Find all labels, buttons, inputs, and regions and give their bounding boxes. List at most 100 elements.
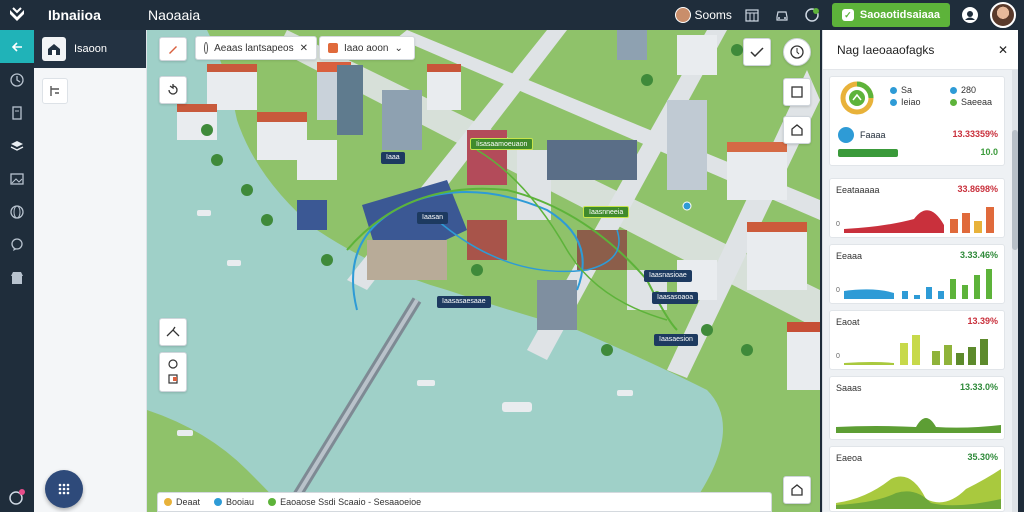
map-label[interactable]: Iaasan — [417, 212, 449, 224]
scrollbar-thumb[interactable] — [1012, 130, 1018, 250]
rail-store-icon[interactable] — [0, 261, 34, 294]
basemap-button[interactable] — [783, 116, 811, 144]
sync-status-icon[interactable] — [802, 5, 822, 25]
metric-sub-value: 10.0 — [980, 147, 998, 157]
metric-value: 13.33359% — [952, 129, 998, 139]
rail-settings-icon[interactable] — [8, 488, 26, 506]
secondary-panel: Isaoon — [34, 30, 147, 512]
fullscreen-button[interactable] — [783, 78, 811, 106]
close-icon[interactable]: ✕ — [998, 43, 1008, 57]
chart-title: Saaas — [836, 383, 862, 393]
chart-axis-zero: 0 — [836, 287, 840, 294]
metric-icon — [838, 127, 854, 143]
chart-axis-zero: 0 — [836, 353, 840, 360]
compass-button[interactable] — [783, 38, 811, 66]
close-icon[interactable]: ✕ — [300, 43, 308, 54]
user-name: Sooms — [694, 8, 732, 22]
grid-menu-button[interactable] — [45, 470, 83, 508]
search-chip-area-text: Aeaas lantsapeos — [214, 42, 294, 54]
sparkline-chart — [836, 418, 1001, 433]
account-menu-icon[interactable] — [960, 5, 980, 25]
chart-card[interactable]: Eaeoa 35.30% — [829, 446, 1005, 512]
map-label[interactable]: Iaasasoaoa — [652, 292, 699, 304]
chart-card[interactable]: Saaas 13.33.0% — [829, 376, 1005, 440]
rail-image-icon[interactable] — [0, 162, 34, 195]
chart-title: Eeaaa — [836, 251, 863, 261]
stat-value: Sa — [901, 85, 913, 95]
export-button[interactable] — [783, 476, 811, 504]
legend-swatch — [164, 498, 172, 506]
legend-item[interactable]: Deaat — [164, 497, 200, 507]
rail-clock-icon[interactable] — [0, 63, 34, 96]
user-mini-avatar — [674, 7, 691, 23]
top-bar: Ibnaiioa Naoaaia Sooms ✓ Saoaotidsaiaaa — [0, 0, 1024, 30]
chart-title: Eaeoa — [836, 453, 863, 463]
project-title[interactable]: Naoaaia — [148, 7, 200, 23]
metric-progress-bar — [838, 149, 898, 157]
map-label[interactable]: Iaasnasioae — [644, 270, 692, 282]
sparkline-chart — [836, 469, 1001, 509]
place-marker-icon — [328, 43, 338, 53]
map-label[interactable]: Iaasaesion — [654, 334, 698, 346]
draw-tool-button[interactable] — [159, 37, 187, 61]
secondary-panel-title: Isaoon — [74, 43, 108, 55]
analytics-panel-title: Nag Iaeoaaofagks — [837, 42, 935, 57]
user-avatar[interactable] — [990, 2, 1016, 28]
summary-stats-left: Sa Ieiao — [890, 85, 921, 107]
map-label[interactable]: Iaasnneeia — [583, 206, 630, 218]
secondary-panel-header[interactable]: Isaoon — [34, 30, 146, 68]
legend-label: Eaoaose Ssdi Scaaio - Sesaaoeioe — [280, 497, 422, 507]
map-label[interactable]: Iaaa — [381, 152, 405, 164]
search-chip-area[interactable]: Aeaas lantsapeos ✕ — [195, 36, 317, 60]
app-title: Ibnaiioa — [48, 7, 101, 23]
chart-value: 35.30% — [967, 452, 998, 462]
search-chip-place[interactable]: Iaao aoon ⌄ — [319, 36, 415, 60]
chart-title: Eaoat — [836, 317, 860, 327]
chevron-down-icon[interactable]: ⌄ — [395, 43, 403, 54]
stat-sub: Saeeaa — [961, 97, 993, 107]
left-rail — [0, 30, 34, 512]
legend-label: Booiau — [226, 497, 255, 507]
rail-layers-icon[interactable] — [0, 129, 34, 162]
summary-stats-right: 280 Saeeaa — [950, 85, 992, 107]
rail-chat-icon[interactable] — [0, 228, 34, 261]
chart-card[interactable]: Eeaaa 3.33.46% 0 — [829, 244, 1005, 304]
rail-document-icon[interactable] — [0, 96, 34, 129]
legend-swatch — [268, 498, 277, 506]
rail-back-icon[interactable] — [0, 30, 34, 63]
chart-value: 33.8698% — [957, 184, 998, 194]
summary-card: Sa Ieiao 280 Saeeaa Faaaa 13.33359% 10.0 — [829, 76, 1005, 166]
map-label[interactable]: Iaasasaesaae — [437, 296, 491, 308]
legend-swatch — [214, 498, 223, 506]
stat-value: 280 — [961, 85, 977, 95]
filter-tool-button[interactable] — [42, 78, 68, 104]
primary-action-button[interactable]: ✓ Saoaotidsaiaaa — [831, 3, 950, 27]
legend-item[interactable]: Eaoaose Ssdi Scaaio - Sesaaoeioe — [268, 497, 421, 507]
check-tool-button[interactable] — [743, 38, 771, 66]
metric-label: Faaaa — [860, 130, 886, 140]
search-chip-place-text: Iaao aoon — [344, 42, 389, 54]
rail-globe-icon[interactable] — [0, 195, 34, 228]
legend-item[interactable]: Booiau — [214, 497, 254, 507]
map-label[interactable]: Iisasaamoeuaon — [470, 138, 534, 150]
measure-tool-button[interactable] — [159, 318, 187, 346]
cta-icon: ✓ — [841, 9, 854, 21]
vehicle-icon[interactable] — [772, 5, 792, 25]
layer-tools-button[interactable] — [159, 352, 187, 392]
search-icon — [204, 42, 209, 54]
chart-card[interactable]: Eaoat 13.39% 0 — [829, 310, 1005, 370]
calendar-icon[interactable] — [742, 5, 762, 25]
app-logo-icon[interactable] — [0, 0, 34, 30]
chart-card[interactable]: Eeataaaaa 33.8698% 0 — [829, 178, 1005, 238]
stat-sub: Ieiao — [901, 97, 921, 107]
sparkline-chart — [844, 335, 988, 365]
analytics-panel: Nag Iaeoaaofagks ✕ Sa Ieiao 280 Saeeaa F… — [822, 30, 1018, 512]
chart-axis-zero: 0 — [836, 221, 840, 228]
user-chip[interactable]: Sooms — [674, 7, 732, 23]
chart-value: 13.33.0% — [959, 382, 998, 392]
chart-title: Eeataaaaa — [836, 185, 880, 195]
analytics-panel-header: Nag Iaeoaaofagks ✕ — [823, 30, 1018, 70]
panel-scrollbar[interactable] — [1012, 70, 1018, 512]
rotate-map-button[interactable] — [159, 76, 187, 104]
map-canvas[interactable]: Aeaas lantsapeos ✕ Iaao aoon ⌄ Iaaa Iisa… — [147, 30, 820, 512]
